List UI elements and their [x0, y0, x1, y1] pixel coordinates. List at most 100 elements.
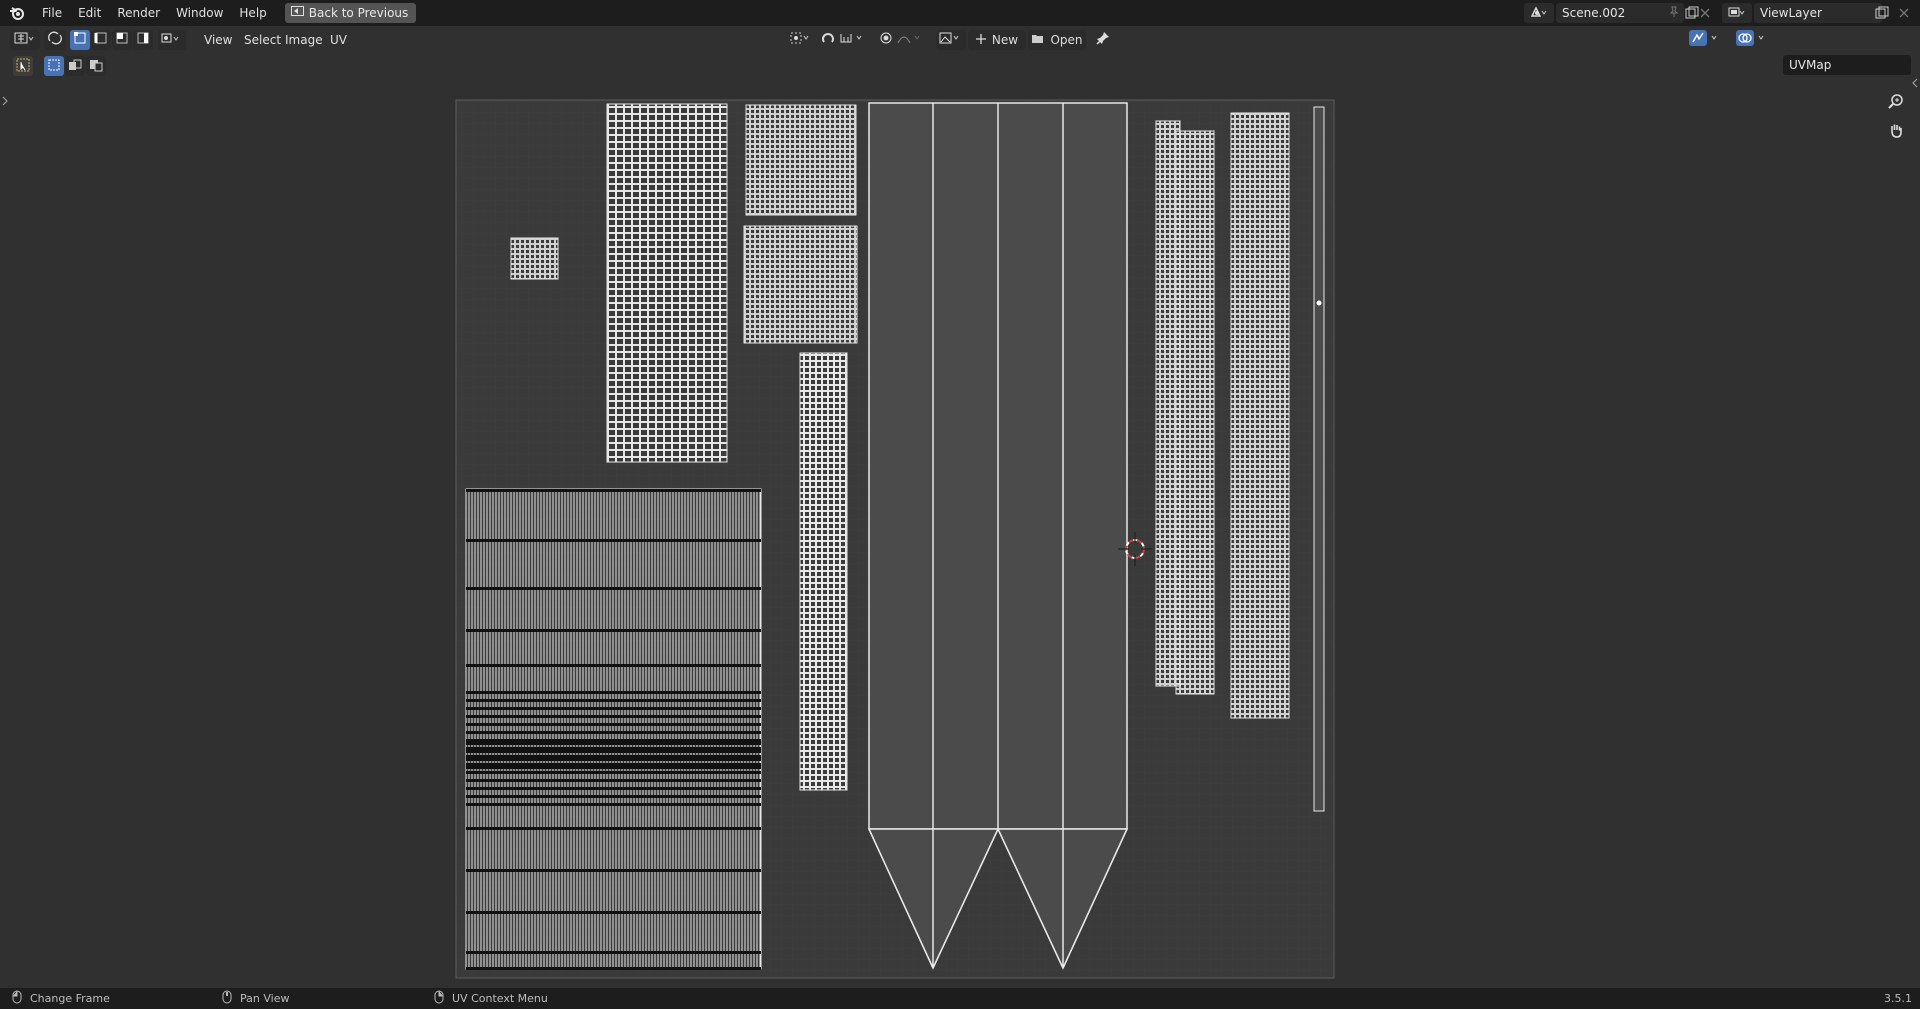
edge-select-button[interactable] [91, 29, 111, 50]
select-box-icon [16, 58, 30, 75]
uv-edge-band [466, 587, 761, 590]
uv-edge-band [466, 771, 761, 774]
zoom-icon[interactable] [1884, 89, 1908, 113]
uv-edge-band [466, 911, 761, 914]
scene-name: Scene.002 [1562, 6, 1626, 20]
status-pan-view: Pan View [240, 992, 290, 1005]
uv-edge-band [466, 699, 761, 702]
duplicate-icon[interactable] [1870, 1, 1894, 25]
proportional-editing-toggle[interactable] [878, 30, 928, 50]
island-select-button[interactable] [133, 29, 153, 50]
menu-help[interactable]: Help [231, 2, 274, 24]
menu-view[interactable]: View [196, 29, 240, 51]
top-bar: File Edit Render Window Help Back to Pre… [0, 0, 1920, 26]
select-mode-subtract[interactable] [86, 56, 106, 76]
pin-icon[interactable] [1668, 6, 1680, 21]
view-layer-name-field[interactable]: ViewLayer [1754, 3, 1882, 23]
island-select-icon [136, 31, 150, 48]
uv-island [745, 104, 857, 216]
status-change-frame: Change Frame [30, 992, 110, 1005]
close-icon[interactable] [1892, 1, 1916, 25]
sticky-select-icon [161, 32, 183, 47]
snap-icon [821, 31, 871, 48]
select-subtract-icon [89, 58, 103, 75]
uv-editor-viewport[interactable] [0, 77, 1920, 988]
uv-edge-band [466, 827, 761, 830]
select-mode-new[interactable] [44, 56, 64, 76]
mouse-icon [222, 990, 232, 1007]
overlay-icon [1736, 30, 1770, 49]
sync-selection-toggle[interactable] [44, 29, 66, 50]
view-layer-selector-button[interactable] [1722, 3, 1752, 23]
version-label: 3.5.1 [1884, 992, 1912, 1005]
scene-icon [1530, 5, 1548, 21]
new-image-button[interactable]: New [968, 29, 1026, 50]
menu-edit[interactable]: Edit [70, 2, 109, 24]
scene-selector-button[interactable] [1524, 3, 1554, 23]
status-left: Change Frame [12, 990, 110, 1007]
uv-edge-band [466, 723, 761, 726]
menu-render[interactable]: Render [109, 2, 168, 24]
face-select-button[interactable] [112, 29, 132, 50]
uv-edge-band [466, 707, 761, 710]
gizmo-toggle[interactable] [1688, 30, 1724, 50]
overlay-toggle[interactable] [1734, 30, 1772, 50]
vertex-select-icon [73, 31, 87, 48]
select-mode-extend[interactable] [65, 56, 85, 76]
editor-type-button[interactable] [10, 29, 40, 50]
sync-selection-icon [48, 31, 62, 48]
uv-edge-band [466, 803, 761, 806]
menu-file[interactable]: File [34, 2, 70, 24]
mouse-icon [12, 990, 22, 1007]
uv-edge-band [466, 629, 761, 632]
uv-edge-band [466, 539, 761, 542]
back-to-previous-label: Back to Previous [308, 6, 409, 20]
uv-island [1175, 130, 1215, 695]
active-tool-button[interactable] [13, 56, 33, 76]
uv-edge-band [466, 779, 761, 782]
uv-island [465, 488, 762, 970]
uv-island [606, 103, 728, 463]
blender-logo-icon[interactable] [0, 0, 34, 26]
back-screen-icon [290, 6, 304, 20]
new-image-label: New [991, 32, 1019, 47]
uv-edge-band [466, 664, 761, 667]
view-layer-name: ViewLayer [1760, 6, 1822, 20]
uv-edge-band [466, 747, 761, 753]
back-to-previous-button[interactable]: Back to Previous [284, 3, 417, 23]
pivot-dropdown[interactable] [786, 30, 816, 50]
vertex-select-button[interactable] [70, 29, 90, 50]
pin-icon [1096, 31, 1110, 48]
proportional-icon [879, 31, 927, 48]
uv-edge-band [466, 787, 761, 790]
face-select-icon [115, 31, 129, 48]
scene-name-field[interactable]: Scene.002 [1556, 3, 1684, 23]
uv-edge-band [466, 489, 761, 492]
uv-island [1230, 112, 1290, 719]
uv-edge-band [466, 739, 761, 745]
folder-icon [1031, 33, 1044, 47]
status-right: UV Context Menu [434, 990, 548, 1007]
plus-icon [975, 33, 986, 47]
uv-edge-band [466, 691, 761, 694]
open-image-label: Open [1050, 32, 1083, 47]
image-browse-dropdown[interactable] [936, 29, 966, 50]
toolbar-expand-icon[interactable] [2, 95, 8, 109]
hand-icon[interactable] [1884, 118, 1908, 142]
close-icon[interactable] [1693, 1, 1717, 25]
sticky-selection-dropdown[interactable] [158, 29, 186, 50]
menu-window[interactable]: Window [168, 2, 231, 24]
pin-image-toggle[interactable] [1092, 30, 1114, 50]
image-browse-icon [939, 31, 963, 48]
uv-edge-band [466, 763, 761, 769]
uv-canvas[interactable] [0, 79, 1920, 988]
uv-edge-band [466, 869, 761, 872]
status-middle: Pan View [222, 990, 289, 1007]
menu-uv[interactable]: UV [322, 29, 355, 51]
snap-toggle[interactable] [820, 30, 872, 50]
open-image-button[interactable]: Open [1028, 29, 1086, 50]
status-uv-context-menu: UV Context Menu [452, 992, 548, 1005]
sidebar-expand-icon[interactable] [1912, 77, 1918, 91]
uv-island [1313, 106, 1325, 812]
editor-header: View Select Image UV New Open UVMap [0, 26, 1920, 75]
